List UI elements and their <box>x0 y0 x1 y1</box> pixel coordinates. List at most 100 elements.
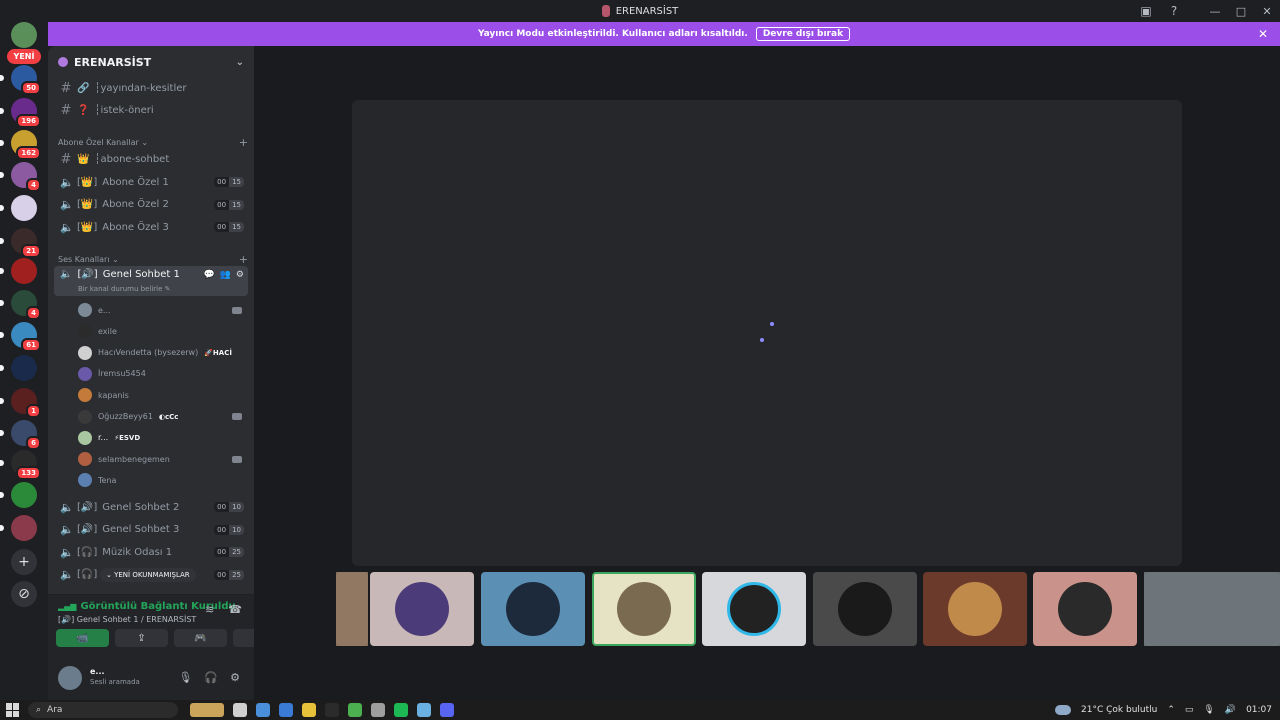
add-channel-icon[interactable]: + <box>239 136 248 149</box>
chat-icon[interactable]: 💬 <box>203 270 214 280</box>
server-icon[interactable]: 21 <box>11 228 41 258</box>
taskbar-app-icon[interactable] <box>325 703 339 717</box>
taskbar-app-icon[interactable] <box>348 703 362 717</box>
server-icon[interactable]: 61 <box>11 322 41 352</box>
participant-tile[interactable] <box>1033 572 1137 646</box>
channel-abone-sohbet[interactable]: # 👑 ┆abone-sohbet <box>54 149 248 169</box>
inbox-icon[interactable]: ▣ <box>1132 0 1160 22</box>
server-icon[interactable]: 50 <box>11 65 41 95</box>
server-header[interactable]: ERENARSİST ⌄ <box>48 46 254 78</box>
invite-icon[interactable]: 👥 <box>220 270 231 280</box>
network-icon[interactable]: ▭ <box>1185 705 1194 715</box>
participant-tile[interactable] <box>702 572 806 646</box>
server-icon[interactable]: 1 <box>11 388 41 418</box>
clock[interactable]: 01:07 <box>1246 705 1272 715</box>
category-ses[interactable]: Ses Kanalları ⌄ + <box>58 253 248 266</box>
taskbar-app-icon[interactable] <box>417 703 431 717</box>
focused-stream[interactable] <box>352 100 1182 566</box>
settings-icon[interactable]: ⚙ <box>230 671 240 684</box>
disable-streamer-mode-button[interactable]: Devre dışı bırak <box>755 27 851 41</box>
participant-video-tile[interactable] <box>1144 572 1280 646</box>
disconnect-icon[interactable]: ☎ <box>228 603 242 616</box>
participant-tile[interactable] <box>923 572 1027 646</box>
maximize-button[interactable]: □ <box>1228 0 1254 22</box>
hash-icon: # <box>60 151 72 167</box>
voice-member[interactable]: exile <box>78 321 248 341</box>
participant-tile[interactable] <box>481 572 585 646</box>
channel-status[interactable]: Bir kanal durumu belirle ✎ <box>78 285 171 293</box>
server-icon[interactable]: 6 <box>11 420 41 450</box>
windows-start-icon[interactable] <box>6 703 20 717</box>
server-icon[interactable] <box>11 195 37 221</box>
active-voice-channel[interactable]: 🔈 [🔊] Genel Sohbet 1 Bir kanal durumu be… <box>54 266 248 296</box>
server-icon[interactable]: 4 <box>11 290 41 320</box>
voice-channel-4[interactable]: 🔈 [🎧] Müzik Odası 1 00 25 <box>54 542 248 562</box>
participant-tile[interactable] <box>370 572 474 646</box>
tray-chevron-icon[interactable]: ⌃ <box>1167 705 1175 715</box>
help-icon[interactable]: ? <box>1160 0 1188 22</box>
voice-channel-abone-3[interactable]: 🔈 [👑] Abone Özel 3 00 15 <box>54 217 248 237</box>
voice-channel-abone-1[interactable]: 🔈 [👑] Abone Özel 1 00 15 <box>54 172 248 192</box>
close-icon[interactable]: ✕ <box>1258 27 1268 41</box>
voice-channel-3[interactable]: 🔈 [🔊] Genel Sohbet 3 00 10 <box>54 520 248 540</box>
add-server-icon[interactable]: + <box>11 549 37 575</box>
taskbar-app-icon[interactable] <box>302 703 316 717</box>
new-unreads-button[interactable]: ⌄ YENİ OKUNMAMIŞLAR <box>100 568 196 582</box>
voice-member[interactable]: e... <box>78 300 248 320</box>
voice-member[interactable]: r... ⚡ESVD <box>78 428 248 448</box>
voice-channel-abone-2[interactable]: 🔈 [👑] Abone Özel 2 00 15 <box>54 195 248 215</box>
noise-suppression-icon[interactable]: ≋ <box>205 603 214 616</box>
unread-count-badge: 21 <box>21 244 41 258</box>
taskbar-search[interactable]: ⌕ Ara <box>28 702 178 718</box>
server-icon[interactable]: 133 <box>11 450 41 480</box>
soundboard-button[interactable]: 🚀 <box>233 629 254 647</box>
server-icon[interactable] <box>11 482 37 508</box>
taskbar-app-icon[interactable] <box>394 703 408 717</box>
taskbar-app-icon[interactable] <box>371 703 385 717</box>
minimize-button[interactable]: — <box>1202 0 1228 22</box>
add-channel-icon[interactable]: + <box>239 253 248 266</box>
taskbar-app-icon[interactable] <box>190 703 224 717</box>
camera-button[interactable]: 📹 <box>56 629 109 647</box>
channel-yayindan-kesitler[interactable]: # 🔗 ┆yayından-kesitler <box>54 78 248 98</box>
member-name: exile <box>98 326 117 336</box>
voice-member[interactable]: HacıVendetta (bysezerw) 🚀HACİ <box>78 343 248 363</box>
volume-icon[interactable]: 🔊 <box>1225 705 1236 715</box>
activity-button[interactable]: 🎮 <box>174 629 227 647</box>
participant-video-tile[interactable] <box>336 572 368 646</box>
server-icon[interactable] <box>11 258 37 284</box>
server-icon[interactable]: 196 <box>11 98 41 128</box>
taskbar-app-icon[interactable] <box>279 703 293 717</box>
microphone-icon[interactable]: 🎙 <box>178 671 192 684</box>
explore-icon[interactable]: ⊘ <box>11 581 37 607</box>
voice-member[interactable]: selambenegemen <box>78 449 248 469</box>
participant-tile[interactable] <box>592 572 696 646</box>
participant-tile[interactable] <box>813 572 917 646</box>
weather-text[interactable]: 21°C Çok bulutlu <box>1081 705 1157 715</box>
voice-member[interactable]: Tena <box>78 470 248 490</box>
server-icon[interactable] <box>11 515 37 541</box>
close-window-button[interactable]: ✕ <box>1254 0 1280 22</box>
microphone-tray-icon[interactable]: 🎙 <box>1203 705 1214 715</box>
user-panel: e... Sesli aramada 🎙 🎧 ⚙ <box>48 658 254 700</box>
server-icon[interactable]: 4 <box>11 162 41 192</box>
taskbar-app-icon[interactable] <box>440 703 454 717</box>
voice-member[interactable]: kapanis <box>78 385 248 405</box>
voice-channel-2[interactable]: 🔈 [🔊] Genel Sohbet 2 00 10 <box>54 497 248 517</box>
voice-member[interactable]: İremsu5454 <box>78 364 248 384</box>
avatar[interactable] <box>58 666 82 690</box>
voice-member[interactable]: OğuzzBeyy61 ◐cCc <box>78 407 248 427</box>
server-icon[interactable]: 162 <box>11 130 41 160</box>
category-abone[interactable]: Abone Özel Kanallar ⌄ + <box>58 136 248 149</box>
gear-icon[interactable]: ⚙ <box>236 270 244 280</box>
channel-istek-oneri[interactable]: # ❓ ┆istek-öneri <box>54 100 248 120</box>
taskbar-app-icon[interactable] <box>256 703 270 717</box>
server-icon[interactable] <box>11 355 37 381</box>
new-badge[interactable]: YENİ <box>7 49 41 64</box>
home-icon[interactable] <box>11 22 37 48</box>
voice-channel-path[interactable]: [🔊] Genel Sohbet 1 / ERENARSİST <box>58 615 196 624</box>
speaker-icon: 🔈 <box>60 523 74 536</box>
headset-icon[interactable]: 🎧 <box>204 671 218 684</box>
taskbar-app-icon[interactable] <box>233 703 247 717</box>
screen-share-button[interactable]: ⇪ <box>115 629 168 647</box>
